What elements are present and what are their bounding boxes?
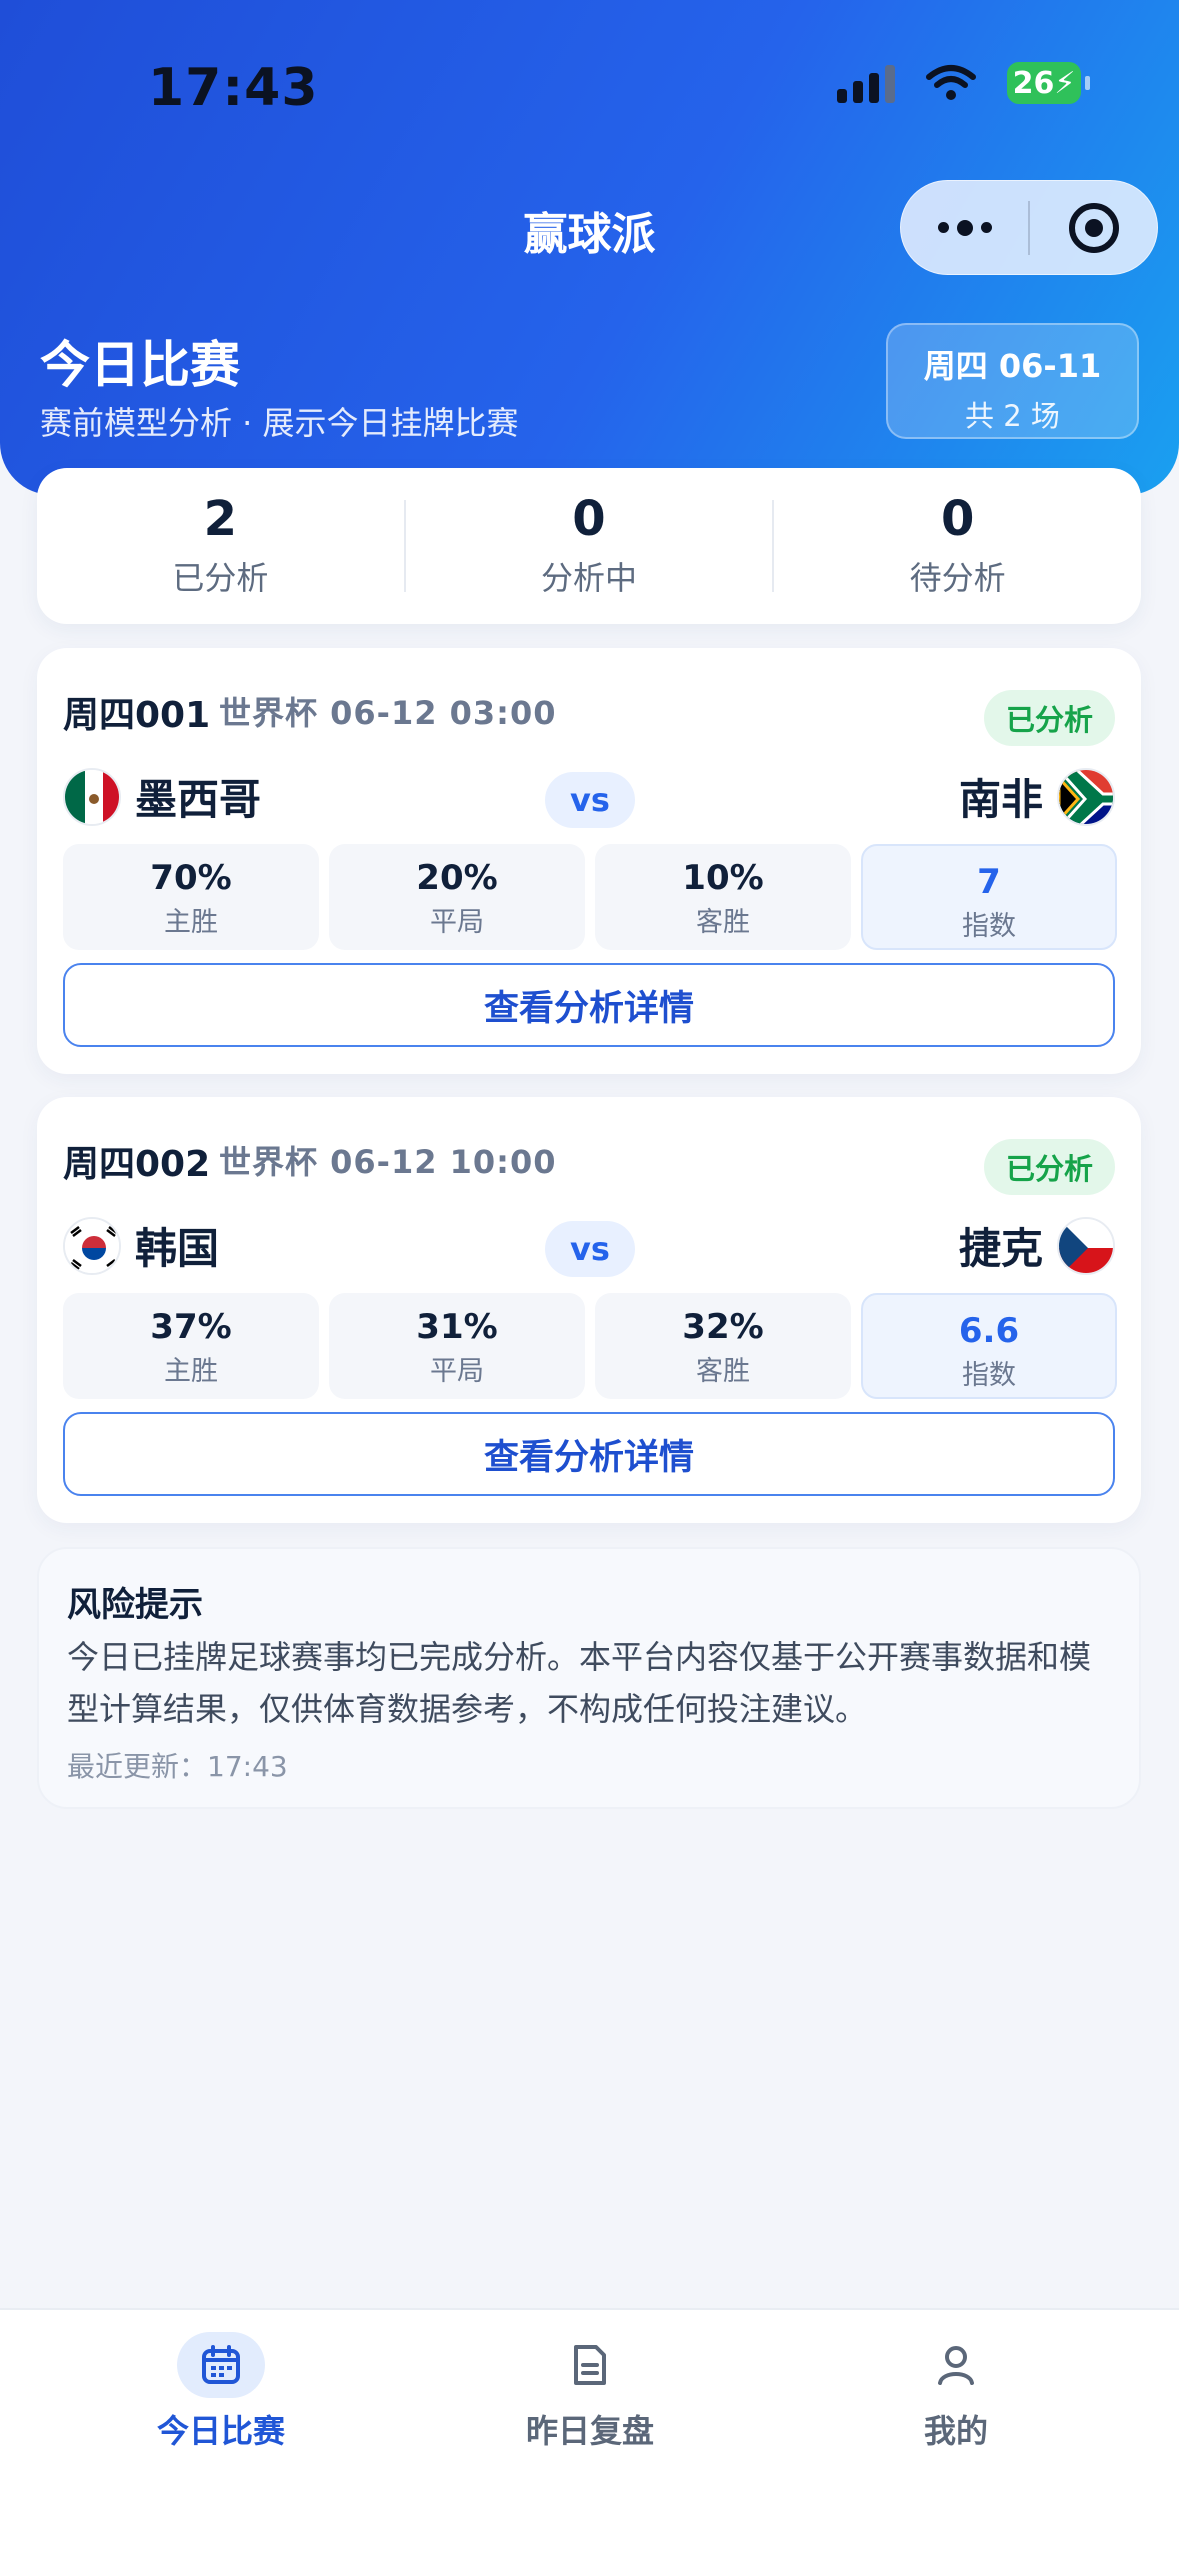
tab-label: 今日比赛 <box>156 2412 285 2450</box>
user-icon <box>938 2346 974 2385</box>
tab-label: 我的 <box>923 2412 988 2450</box>
cellular-signal-icon <box>837 63 895 103</box>
away-team: 南非 <box>959 766 1115 827</box>
home-win-cell: 37% 主胜 <box>63 1293 319 1399</box>
more-menu-button[interactable] <box>901 181 1028 274</box>
tab-label: 昨日复盘 <box>525 2412 654 2450</box>
match-card[interactable]: 周四001 世界杯 06-12 03:00 已分析 墨西哥 vs 南非 70% 主… <box>37 648 1141 1074</box>
stat-value: 0 <box>940 490 975 547</box>
miniprogram-capsule <box>900 180 1158 275</box>
probability-row: 37% 主胜 31% 平局 32% 客胜 6.6 指数 <box>63 1293 1117 1399</box>
draw-cell: 20% 平局 <box>329 844 585 950</box>
vs-badge: vs <box>545 1221 635 1277</box>
date-label: 周四 06-11 <box>923 347 1102 385</box>
away-win-cell: 32% 客胜 <box>595 1293 851 1399</box>
match-card[interactable]: 周四002 世界杯 06-12 10:00 已分析 韩国 vs 捷克 37% 主胜… <box>37 1097 1141 1523</box>
home-win-value: 70% <box>150 858 232 898</box>
stat-analyzing: 0 分析中 <box>406 490 773 600</box>
away-win-cell: 10% 客胜 <box>595 844 851 950</box>
away-win-label: 客胜 <box>696 907 750 938</box>
stat-value: 2 <box>203 490 238 547</box>
index-label: 指数 <box>962 911 1016 942</box>
risk-body: 今日已挂牌足球赛事均已完成分析。本平台内容仅基于公开赛事数据和模型计算结果，仅供… <box>67 1638 1092 1728</box>
index-value: 6.6 <box>958 1311 1020 1351</box>
draw-label: 平局 <box>430 907 484 938</box>
tab-today-matches[interactable]: 今日比赛 <box>71 2332 371 2452</box>
stat-label: 已分析 <box>172 559 269 598</box>
analysis-stats: 2 已分析 0 分析中 0 待分析 <box>37 468 1141 624</box>
home-team-name: 墨西哥 <box>135 775 262 824</box>
status-time: 17:43 <box>148 58 319 118</box>
home-win-label: 主胜 <box>164 1356 218 1387</box>
probability-row: 70% 主胜 20% 平局 10% 客胜 7 指数 <box>63 844 1117 950</box>
bottom-tab-bar: 今日比赛 昨日复盘 我的 <box>0 2308 1179 2556</box>
match-count: 共 2 场 <box>965 399 1060 433</box>
index-value: 7 <box>977 862 1001 902</box>
tab-profile[interactable]: 我的 <box>806 2332 1106 2452</box>
away-win-label: 客胜 <box>696 1356 750 1387</box>
tab-yesterday-review[interactable]: 昨日复盘 <box>440 2332 740 2452</box>
document-icon <box>574 2345 606 2385</box>
stat-label: 分析中 <box>541 559 638 598</box>
match-league-time: 世界杯 06-12 03:00 <box>219 694 557 732</box>
last-updated: 最近更新：17:43 <box>67 1750 288 1783</box>
away-win-value: 10% <box>682 858 764 898</box>
south-korea-flag-icon <box>63 1216 121 1275</box>
south-africa-flag-icon <box>1057 767 1115 826</box>
stat-pending: 0 待分析 <box>774 490 1141 600</box>
stat-label: 待分析 <box>909 559 1006 598</box>
mexico-flag-icon <box>63 767 121 826</box>
home-win-label: 主胜 <box>164 907 218 938</box>
page-title: 今日比赛 <box>40 336 240 394</box>
index-cell: 7 指数 <box>861 844 1117 950</box>
vs-badge: vs <box>545 772 635 828</box>
page-subtitle: 赛前模型分析 · 展示今日挂牌比赛 <box>40 404 519 442</box>
view-analysis-button[interactable]: 查看分析详情 <box>63 1412 1115 1496</box>
home-team-name: 韩国 <box>135 1224 220 1273</box>
draw-cell: 31% 平局 <box>329 1293 585 1399</box>
status-icons: 26 ⚡ <box>837 62 1090 104</box>
draw-label: 平局 <box>430 1356 484 1387</box>
wifi-icon <box>926 65 976 100</box>
more-icon <box>937 219 992 236</box>
home-team: 韩国 <box>63 1215 219 1276</box>
battery-icon: 26 ⚡ <box>1007 62 1090 104</box>
risk-notice: 风险提示 今日已挂牌足球赛事均已完成分析。本平台内容仅基于公开赛事数据和模型计算… <box>37 1547 1141 1809</box>
index-label: 指数 <box>962 1360 1016 1391</box>
date-summary: 周四 06-11 共 2 场 <box>886 323 1139 439</box>
away-win-value: 32% <box>682 1307 764 1347</box>
risk-title: 风险提示 <box>67 1585 203 1625</box>
draw-value: 20% <box>416 858 498 898</box>
draw-value: 31% <box>416 1307 498 1347</box>
battery-level: 26 <box>1012 65 1055 101</box>
status-badge: 已分析 <box>983 1139 1115 1195</box>
close-miniprogram-button[interactable] <box>1030 181 1157 274</box>
match-code: 周四001 <box>63 695 211 736</box>
home-win-cell: 70% 主胜 <box>63 844 319 950</box>
czech-flag-icon <box>1057 1216 1115 1275</box>
stat-analyzed: 2 已分析 <box>37 490 404 600</box>
away-team-name: 南非 <box>958 775 1043 824</box>
view-analysis-button[interactable]: 查看分析详情 <box>63 963 1115 1047</box>
index-cell: 6.6 指数 <box>861 1293 1117 1399</box>
home-team: 墨西哥 <box>63 766 261 827</box>
target-icon <box>1068 202 1119 253</box>
status-badge: 已分析 <box>983 690 1115 746</box>
match-code: 周四002 <box>63 1144 211 1185</box>
calendar-icon <box>202 2345 240 2384</box>
match-league-time: 世界杯 06-12 10:00 <box>219 1143 557 1181</box>
stat-value: 0 <box>572 490 606 547</box>
away-team-name: 捷克 <box>958 1224 1043 1273</box>
away-team: 捷克 <box>959 1215 1115 1276</box>
home-win-value: 37% <box>150 1307 232 1347</box>
